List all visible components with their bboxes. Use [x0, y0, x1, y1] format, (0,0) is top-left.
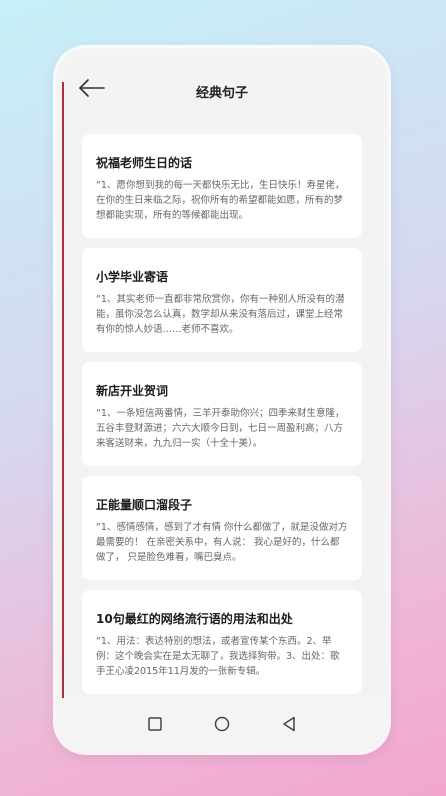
page-title: 经典句子 [195, 86, 248, 101]
system-nav-bar [56, 698, 388, 752]
list-item[interactable]: 正能量顺口溜段子 “1、感情感情，感到了才有情 你什么都做了，就是没做对方最需要… [82, 476, 362, 580]
circle-icon [214, 716, 230, 732]
card-title: 正能量顺口溜段子 [96, 498, 193, 512]
app-screen: 经典句子 祝福老师生日的话 “1、愿你想到我的每一天都快乐无比，生日快乐！寿星佬… [62, 54, 382, 698]
card-excerpt: “1、用法：表达特别的想法，或者宣传某个东西。2、举例：这个晚会实在是太无聊了，… [96, 636, 340, 677]
list-item[interactable]: 小学毕业寄语 “1、其实老师一直都非常欣赏你，你有一种别人所没有的潜能，虽你没怎… [82, 248, 362, 352]
top-bar: 经典句子 [62, 54, 382, 124]
nav-recent-button[interactable] [145, 714, 165, 734]
card-excerpt: “1、其实老师一直都非常欣赏你，你有一种别人所没有的潜能，虽你没怎么认真，数学却… [96, 294, 345, 335]
square-icon [148, 717, 162, 731]
card-excerpt: “1、感情感情，感到了才有情 你什么都做了，就是没做对方最需要的！ 在亲密关系中… [96, 522, 348, 563]
card-title: 10句最红的网络流行语的用法和出处 [96, 612, 293, 626]
card-excerpt: “1、一条短信两番情，三羊开泰助你兴；四季来财生意隆，五谷丰登财源进；六六大顺今… [96, 408, 345, 449]
list-item[interactable]: 10句最红的网络流行语的用法和出处 “1、用法：表达特别的想法，或者宣传某个东西… [82, 590, 362, 694]
nav-back-button[interactable] [279, 714, 299, 734]
edge-accent-line [62, 82, 64, 698]
nav-home-button[interactable] [212, 714, 232, 734]
card-title: 小学毕业寄语 [96, 270, 169, 284]
list-item[interactable]: 新店开业贺词 “1、一条短信两番情，三羊开泰助你兴；四季来财生意隆，五谷丰登财源… [82, 362, 362, 466]
list-item[interactable]: 祝福老师生日的话 “1、愿你想到我的每一天都快乐无比，生日快乐！寿星佬，在你的生… [82, 134, 362, 238]
card-title: 祝福老师生日的话 [96, 156, 193, 170]
triangle-icon [283, 716, 295, 732]
phone-frame: 经典句子 祝福老师生日的话 “1、愿你想到我的每一天都快乐无比，生日快乐！寿星佬… [56, 48, 388, 752]
card-excerpt: “1、愿你想到我的每一天都快乐无比，生日快乐！寿星佬，在你的生日来临之际，祝你所… [96, 180, 345, 221]
sentence-list: 祝福老师生日的话 “1、愿你想到我的每一天都快乐无比，生日快乐！寿星佬，在你的生… [82, 134, 362, 698]
card-title: 新店开业贺词 [96, 384, 169, 398]
